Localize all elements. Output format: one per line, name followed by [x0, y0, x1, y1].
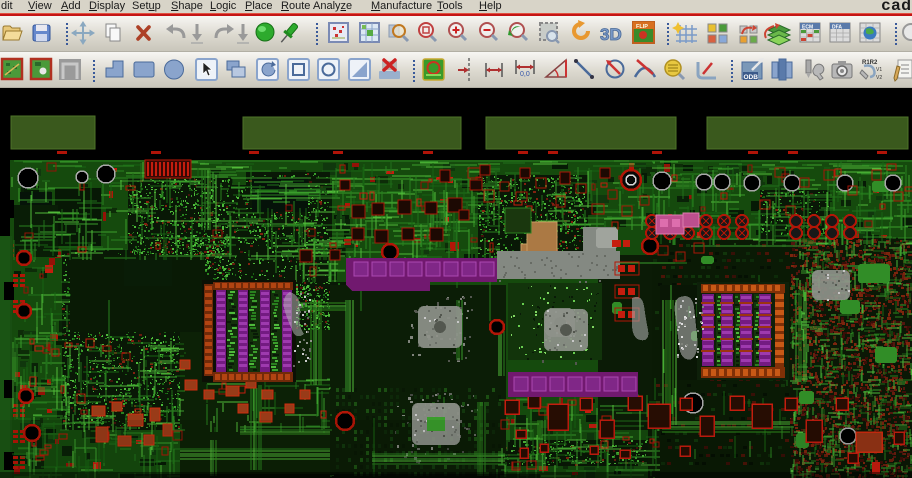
svg-text:ECM: ECM [802, 25, 813, 31]
svg-text:V1: V1 [876, 67, 882, 73]
svg-text:ODB: ODB [744, 74, 759, 81]
svg-text:DFA: DFA [832, 25, 842, 31]
svg-text:V2: V2 [876, 75, 882, 81]
svg-text:3D: 3D [600, 25, 622, 44]
svg-text:FLIP: FLIP [636, 24, 648, 30]
svg-text:0,0: 0,0 [520, 71, 530, 78]
